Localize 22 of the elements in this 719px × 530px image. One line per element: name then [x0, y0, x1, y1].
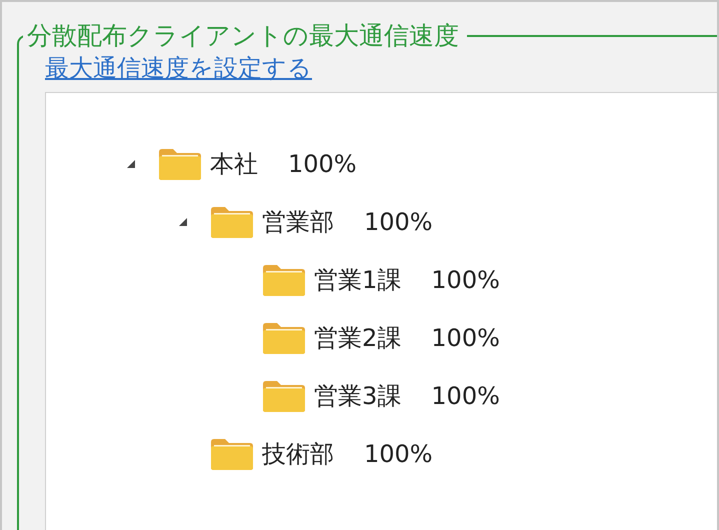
tree-item-label[interactable]: 営業1課: [314, 264, 402, 296]
tree-item-label[interactable]: 営業2課: [314, 322, 402, 354]
rate-value: 100%: [364, 208, 433, 236]
folder-icon: [262, 320, 306, 354]
settings-link[interactable]: 最大通信速度を設定する: [45, 52, 312, 84]
folder-icon: [210, 436, 254, 470]
expanded-triangle-icon[interactable]: [178, 216, 188, 226]
folder-icon: [158, 146, 202, 180]
folder-icon: [262, 378, 306, 412]
rate-value: 100%: [431, 266, 500, 294]
folder-icon: [210, 204, 254, 238]
tree-item-label[interactable]: 営業3課: [314, 380, 402, 412]
rate-value: 100%: [431, 324, 500, 352]
rate-value: 100%: [431, 382, 500, 410]
tree-item-label[interactable]: 営業部: [262, 206, 334, 238]
rate-value: 100%: [364, 440, 433, 468]
folder-icon: [262, 262, 306, 296]
tree-item-label[interactable]: 本社: [210, 148, 258, 180]
expanded-triangle-icon[interactable]: [126, 158, 136, 168]
rate-value: 100%: [288, 150, 357, 178]
tree-item-label[interactable]: 技術部: [262, 438, 334, 470]
group-title: 分散配布クライアントの最大通信速度: [26, 22, 460, 50]
